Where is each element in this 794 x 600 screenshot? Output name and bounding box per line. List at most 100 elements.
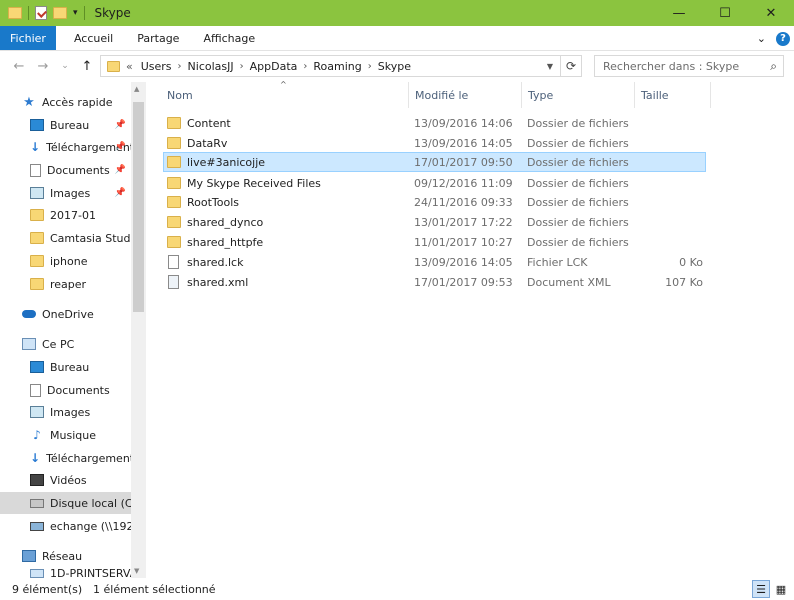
column-header-name[interactable]: Nom (161, 82, 409, 108)
file-size (637, 232, 703, 252)
sidebar-scrollbar[interactable]: ▲ ▼ (131, 82, 146, 578)
refresh-icon[interactable]: ⟳ (560, 56, 581, 76)
sidebar-item-bureau[interactable]: Bureau 📌 (0, 114, 132, 136)
address-bar[interactable]: « Users › NicolasJJ › AppData › Roaming … (100, 55, 582, 77)
forward-button[interactable]: → (32, 55, 54, 77)
scroll-down-icon[interactable]: ▼ (134, 567, 139, 575)
maximize-button[interactable]: ☐ (702, 0, 748, 26)
file-type: Dossier de fichiers (527, 195, 629, 209)
sidebar-item-local-disk[interactable]: Disque local (C:) (0, 492, 132, 514)
column-header-modified[interactable]: Modifié le (409, 82, 522, 108)
sidebar-item-videos[interactable]: Vidéos (0, 469, 132, 491)
file-modified: 11/01/2017 10:27 (414, 235, 513, 249)
this-pc-icon (22, 338, 36, 350)
expand-ribbon-icon[interactable]: ⌄ (757, 32, 766, 45)
file-name: shared_httpfe (187, 235, 264, 249)
pin-icon: 📌 (114, 165, 126, 175)
sidebar-item-camtasia[interactable]: Camtasia Studio (0, 227, 132, 249)
breadcrumb-appdata[interactable]: AppData (250, 60, 298, 73)
chevron-right-icon[interactable]: › (368, 61, 372, 72)
scroll-up-icon[interactable]: ▲ (134, 85, 139, 93)
window-title: Skype (94, 6, 131, 20)
list-item[interactable]: RootTools 24/11/2016 09:33 Dossier de fi… (163, 192, 706, 212)
sidebar-item-echange[interactable]: echange (\\192.1 (0, 515, 132, 537)
breadcrumb-users[interactable]: Users (141, 60, 172, 73)
sidebar-item-documents-pc[interactable]: Documents (0, 379, 132, 401)
scrollbar-thumb[interactable] (133, 102, 144, 312)
column-header-size[interactable]: Taille (635, 82, 711, 108)
file-name: live#3anicojje (187, 155, 266, 169)
list-item-selected[interactable]: live#3anicojje 17/01/2017 09:50 Dossier … (163, 152, 706, 172)
sidebar-item-iphone[interactable]: iphone (0, 250, 132, 272)
sidebar-item-label: Téléchargements (46, 451, 132, 465)
back-button[interactable]: ← (8, 55, 30, 77)
file-type: Dossier de fichiers (527, 116, 629, 130)
sidebar-item-images-pc[interactable]: Images (0, 401, 132, 423)
status-bar: 9 élément(s) 1 élément sélectionné ☰ ▦ (0, 578, 794, 600)
tab-view[interactable]: Affichage (191, 26, 267, 50)
images-icon (30, 187, 44, 199)
quick-access-toolbar: ▾ (0, 0, 85, 26)
sidebar-item-images[interactable]: Images 📌 (0, 182, 132, 204)
file-type: Dossier de fichiers (527, 136, 629, 150)
file-modified: 13/09/2016 14:05 (414, 136, 513, 150)
help-icon[interactable]: ? (776, 31, 790, 46)
chevron-right-icon[interactable]: › (240, 61, 244, 72)
breadcrumb-overflow[interactable]: « (126, 60, 133, 73)
list-item[interactable]: DataRv 13/09/2016 14:05 Dossier de fichi… (163, 133, 706, 153)
tab-share[interactable]: Partage (125, 26, 191, 50)
tab-file[interactable]: Fichier (0, 26, 56, 50)
list-item[interactable]: My Skype Received Files 09/12/2016 11:09… (163, 173, 706, 193)
list-item[interactable]: shared.xml 17/01/2017 09:53 Document XML… (163, 272, 706, 292)
sidebar-item-telechargements[interactable]: ↓ Téléchargements 📌 (0, 136, 132, 158)
search-input[interactable]: Rechercher dans : Skype ⌕ (594, 55, 784, 77)
recent-locations-button[interactable]: ⌄ (54, 55, 76, 77)
breadcrumb-roaming[interactable]: Roaming (313, 60, 361, 73)
xml-file-icon (168, 275, 179, 289)
sidebar-item-telechargements-pc[interactable]: ↓ Téléchargements (0, 447, 132, 469)
folder-icon (30, 232, 44, 244)
sidebar-item-2017-01[interactable]: 2017-01 (0, 204, 132, 226)
item-count: 9 élément(s) (12, 582, 83, 596)
column-header-type[interactable]: Type (522, 82, 635, 108)
breadcrumb: Users › NicolasJJ › AppData › Roaming › … (141, 60, 411, 73)
list-item[interactable]: shared_dynco 13/01/2017 17:22 Dossier de… (163, 212, 706, 232)
search-icon[interactable]: ⌕ (770, 59, 777, 74)
list-item[interactable]: shared.lck 13/09/2016 14:05 Fichier LCK … (163, 252, 706, 272)
breadcrumb-skype[interactable]: Skype (378, 60, 411, 73)
new-folder-icon[interactable] (53, 7, 67, 19)
address-dropdown-icon[interactable]: ▼ (541, 56, 559, 76)
folder-icon (167, 236, 181, 248)
sidebar-item-label: Documents (47, 163, 110, 177)
file-modified: 13/01/2017 17:22 (414, 215, 513, 229)
sidebar-item-musique[interactable]: ♪ Musique (0, 424, 132, 446)
details-view-icon[interactable]: ☰ (752, 580, 770, 598)
large-icons-view-icon[interactable]: ▦ (772, 580, 790, 598)
chevron-right-icon[interactable]: › (178, 61, 182, 72)
sidebar-item-reseau[interactable]: Réseau (0, 545, 132, 567)
sidebar-item-quick-access[interactable]: ★ Accès rapide (0, 91, 132, 113)
up-button[interactable]: ↑ (76, 55, 98, 77)
breadcrumb-nicolasjj[interactable]: NicolasJJ (188, 60, 234, 73)
close-button[interactable]: ✕ (748, 0, 794, 26)
list-item[interactable]: Content 13/09/2016 14:06 Dossier de fich… (163, 113, 706, 133)
chevron-right-icon[interactable]: › (303, 61, 307, 72)
file-type: Document XML (527, 275, 611, 289)
file-size (637, 192, 703, 212)
properties-icon[interactable] (35, 6, 47, 20)
sidebar-item-reaper[interactable]: reaper (0, 273, 132, 295)
tab-home[interactable]: Accueil (62, 26, 125, 50)
file-name: DataRv (187, 136, 228, 150)
minimize-button[interactable]: — (656, 0, 702, 26)
folder-icon (107, 60, 120, 72)
sidebar-item-bureau-pc[interactable]: Bureau (0, 356, 132, 378)
sidebar-item-documents[interactable]: Documents 📌 (0, 159, 132, 181)
customize-qat-icon[interactable]: ▾ (73, 8, 78, 18)
list-item[interactable]: shared_httpfe 11/01/2017 10:27 Dossier d… (163, 232, 706, 252)
file-name: My Skype Received Files (187, 176, 321, 190)
file-size: 107 Ko (665, 275, 703, 289)
sidebar-item-ce-pc[interactable]: Ce PC (0, 333, 132, 355)
sidebar-item-onedrive[interactable]: OneDrive (0, 303, 132, 325)
sidebar-item-printserval[interactable]: 1D-PRINTSERVAL (0, 569, 132, 578)
ribbon-tabs: Fichier Accueil Partage Affichage ⌄ ? (0, 26, 794, 51)
